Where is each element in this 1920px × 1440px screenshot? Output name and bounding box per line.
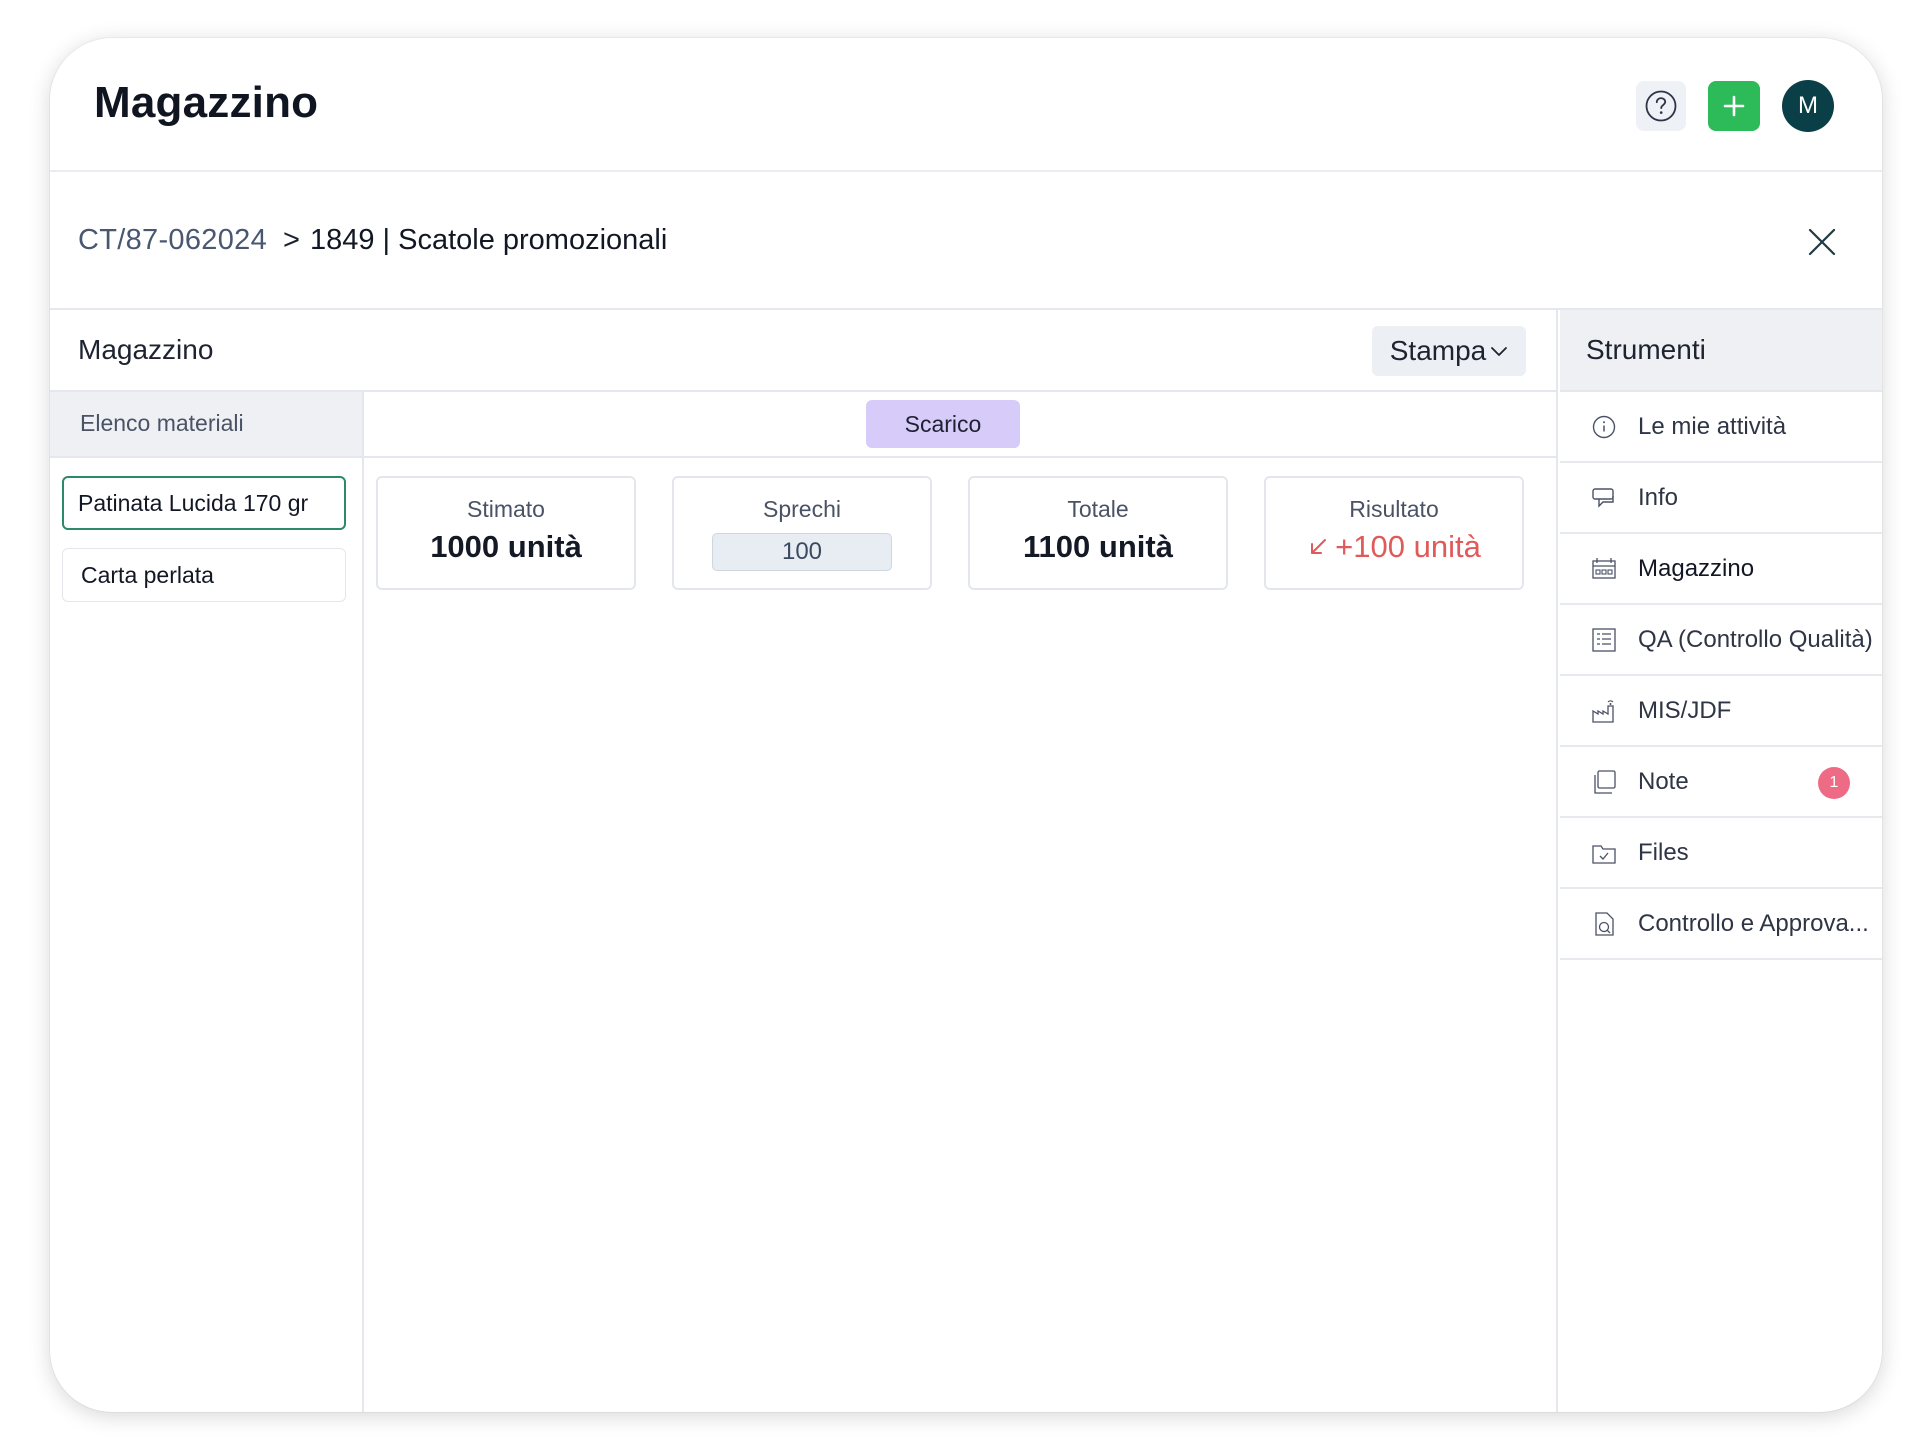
tabs-row: Scarico: [364, 392, 1556, 458]
main-panel: Magazzino Stampa Elenco materiali Patina…: [50, 310, 1558, 1412]
info-circle-icon: [1590, 413, 1618, 441]
tool-label: Magazzino: [1638, 554, 1755, 582]
tool-label: Controllo e Approva...: [1638, 909, 1869, 937]
tool-label: Files: [1638, 838, 1689, 866]
tool-label: Note: [1638, 767, 1689, 795]
app-window: Magazzino M CT/87-062024 > 1849 | Scatol…: [50, 38, 1882, 1412]
tool-item-magazzino[interactable]: Magazzino: [1560, 534, 1882, 605]
main-header: Magazzino Stampa: [50, 310, 1556, 392]
main-content: Elenco materiali Patinata Lucida 170 gr …: [50, 392, 1556, 1412]
tool-item-files[interactable]: Files: [1560, 818, 1882, 889]
breadcrumb-link[interactable]: CT/87-062024: [78, 224, 267, 257]
breadcrumb: CT/87-062024 > 1849 | Scatole promoziona…: [78, 224, 667, 257]
help-button[interactable]: [1636, 81, 1686, 131]
list-item[interactable]: Carta perlata: [62, 548, 346, 602]
tool-item-note[interactable]: Note 1: [1560, 747, 1882, 818]
sprechi-input[interactable]: 100: [712, 533, 892, 571]
tool-item-controllo[interactable]: Controllo e Approva...: [1560, 889, 1882, 960]
avatar[interactable]: M: [1782, 80, 1834, 132]
tool-item-mis-jdf[interactable]: MIS/JDF: [1560, 676, 1882, 747]
materials-column: Elenco materiali Patinata Lucida 170 gr …: [50, 392, 364, 1412]
help-icon: [1644, 89, 1678, 123]
top-actions: M: [1636, 80, 1834, 132]
tool-label: QA (Controllo Qualità): [1638, 625, 1873, 653]
chevron-down-icon: [1490, 345, 1508, 357]
chat-icon: [1590, 484, 1618, 512]
stat-label: Totale: [1067, 496, 1129, 522]
list-item[interactable]: Patinata Lucida 170 gr: [62, 476, 346, 530]
breadcrumb-separator: >: [283, 224, 300, 256]
stat-card-totale: Totale 1100 unità: [968, 476, 1228, 590]
stat-card-sprechi: Sprechi 100: [672, 476, 932, 590]
stat-card-risultato: Risultato +100 unità: [1264, 476, 1524, 590]
factory-icon: [1590, 697, 1618, 725]
tool-label: Info: [1638, 483, 1679, 511]
close-icon: [1806, 226, 1838, 258]
stampa-label: Stampa: [1389, 335, 1487, 366]
plus-icon: [1722, 94, 1746, 118]
tool-item-info[interactable]: Info: [1560, 463, 1882, 534]
tools-title: Strumenti: [1560, 310, 1882, 392]
tab-scarico[interactable]: Scarico: [866, 400, 1020, 448]
note-icon: [1590, 768, 1618, 796]
app-title: Magazzino: [94, 78, 319, 127]
tools-sidebar: Strumenti Le mie attività Info Magazzino…: [1560, 310, 1882, 1412]
result-value: +100 unità: [1335, 529, 1481, 564]
stat-value-result: +100 unità: [1266, 529, 1522, 565]
tool-label: MIS/JDF: [1638, 696, 1732, 724]
stat-label: Sprechi: [763, 496, 841, 522]
checklist-icon: [1590, 626, 1618, 654]
stat-value: 1100 unità: [1023, 529, 1173, 564]
breadcrumb-bar: CT/87-062024 > 1849 | Scatole promoziona…: [50, 172, 1882, 310]
stat-label: Stimato: [467, 496, 545, 522]
top-header: Magazzino M: [50, 38, 1882, 172]
file-search-icon: [1590, 910, 1618, 938]
close-button[interactable]: [1806, 226, 1838, 258]
stat-label: Risultato: [1349, 496, 1439, 522]
folder-icon: [1590, 839, 1618, 867]
tool-label: Le mie attività: [1638, 412, 1787, 440]
stat-value: 1000 unità: [430, 529, 582, 564]
breadcrumb-current: 1849 | Scatole promozionali: [309, 224, 668, 256]
tool-item-le-mie-attivita[interactable]: Le mie attività: [1560, 392, 1882, 463]
materials-header: Elenco materiali: [50, 392, 362, 458]
panel-title: Magazzino: [78, 334, 214, 365]
tool-item-qa[interactable]: QA (Controllo Qualità): [1560, 605, 1882, 676]
add-button[interactable]: [1708, 81, 1760, 131]
stat-card-stimato: Stimato 1000 unità: [376, 476, 636, 590]
warehouse-icon: [1590, 555, 1618, 583]
arrow-down-left-icon: [1307, 536, 1329, 558]
note-count-badge: 1: [1818, 767, 1850, 799]
stampa-dropdown[interactable]: Stampa: [1372, 326, 1526, 376]
